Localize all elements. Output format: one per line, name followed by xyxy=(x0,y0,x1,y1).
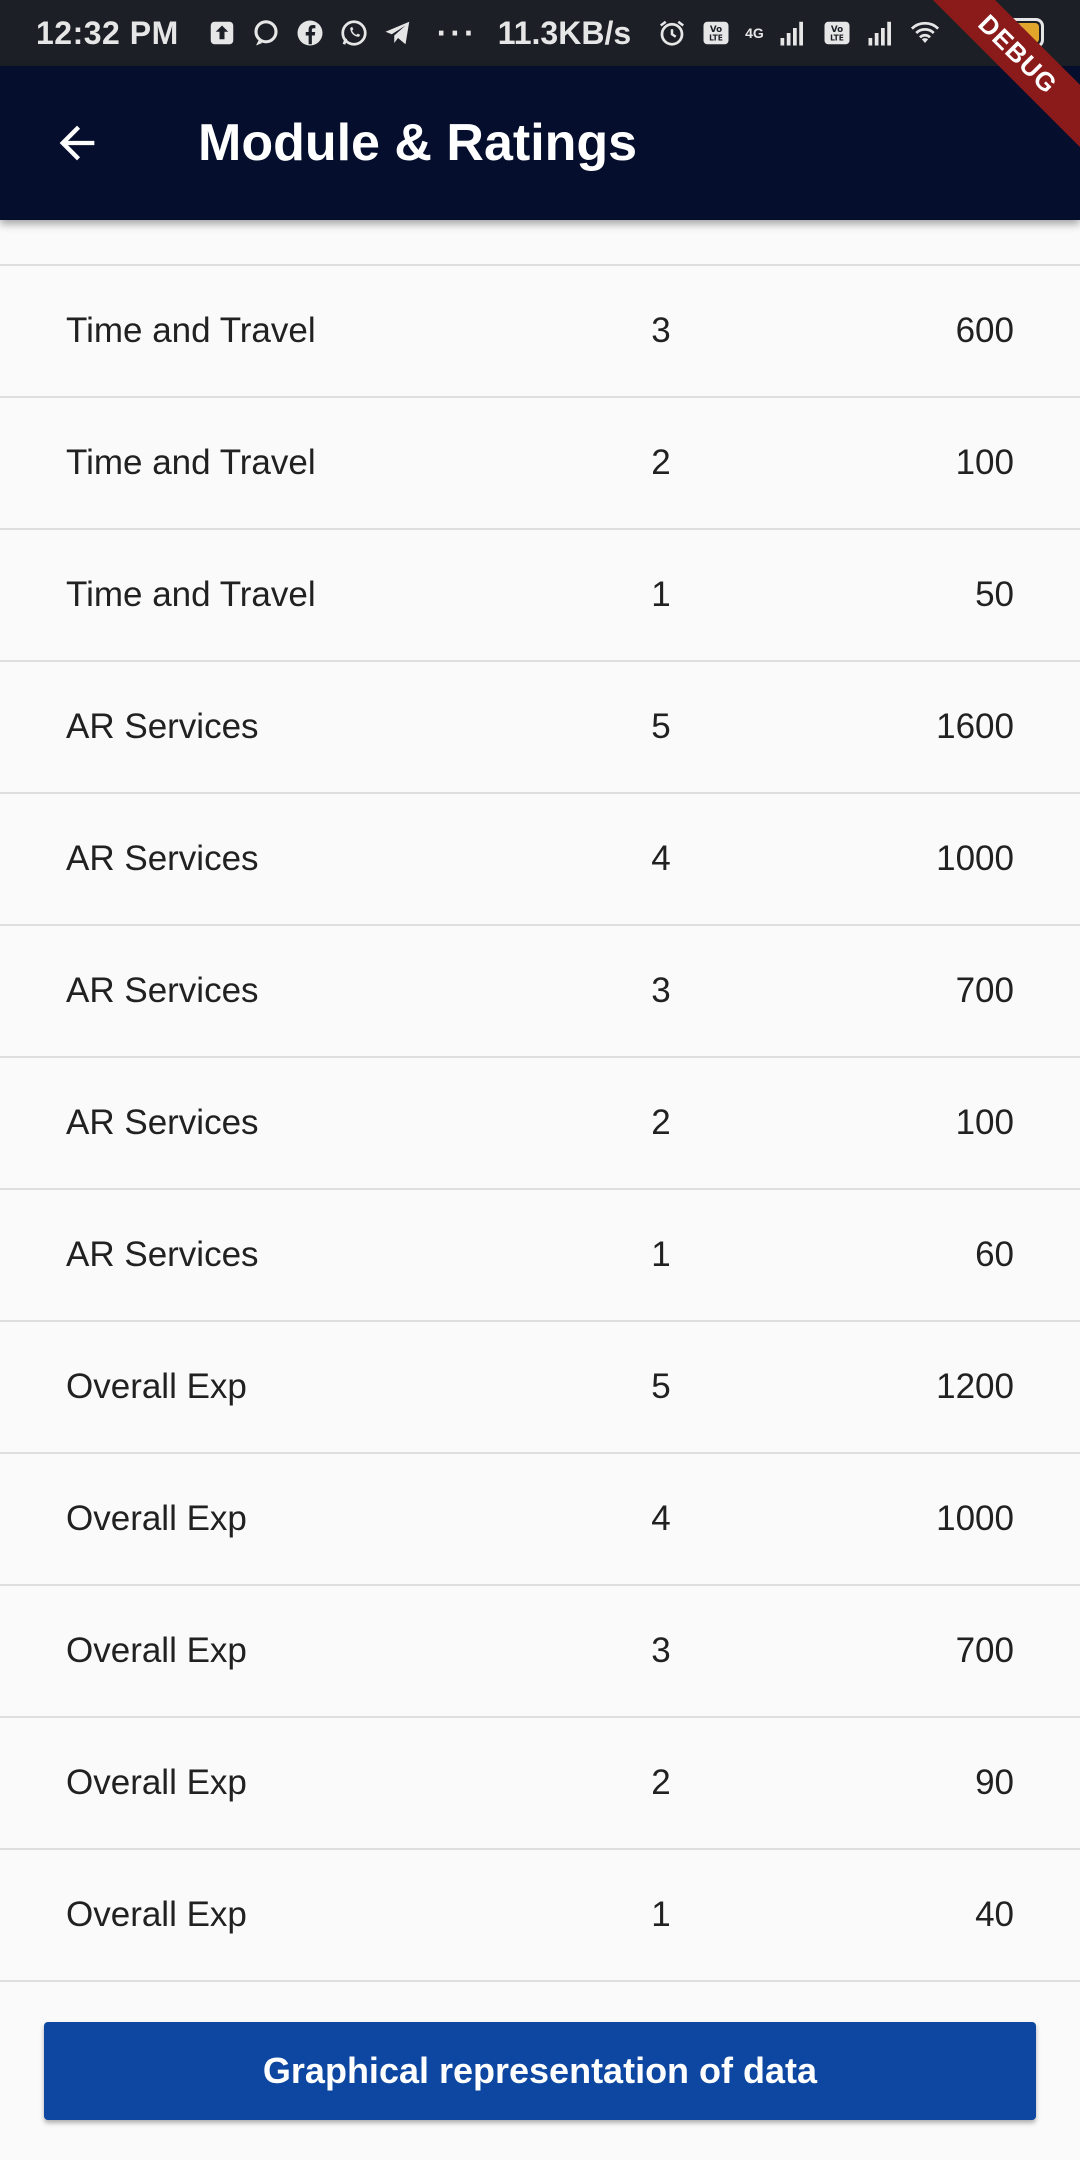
rating-cell: 2 xyxy=(651,443,671,482)
table-row: AR Services 1 60 xyxy=(0,1190,1080,1322)
table-row: Overall Exp 1 40 xyxy=(0,1850,1080,1982)
rating-cell: 2 xyxy=(651,1763,671,1802)
module-cell: AR Services xyxy=(66,1235,259,1274)
rating-cell: 4 xyxy=(651,839,671,878)
app-bar: Module & Ratings xyxy=(0,66,1080,220)
page-title: Module & Ratings xyxy=(198,114,638,172)
status-icons: ··· 11.3KB/s Vo LTE 4G Vo LTE xyxy=(207,15,940,52)
module-cell: AR Services xyxy=(66,839,259,878)
table-row: Overall Exp 3 700 xyxy=(0,1586,1080,1718)
table-row: AR Services 2 100 xyxy=(0,1058,1080,1190)
table-row-partial xyxy=(0,220,1080,266)
table-row: AR Services 4 1000 xyxy=(0,794,1080,926)
module-cell: AR Services xyxy=(66,971,259,1010)
count-cell: 40 xyxy=(975,1895,1014,1934)
table-row: Overall Exp 5 1200 xyxy=(0,1322,1080,1454)
table-row: Overall Exp 4 1000 xyxy=(0,1454,1080,1586)
module-cell: Overall Exp xyxy=(66,1367,247,1406)
count-cell: 700 xyxy=(955,1631,1014,1670)
signal-icon xyxy=(866,18,896,48)
upload-icon xyxy=(207,18,237,48)
telegram-icon xyxy=(383,18,413,48)
ratings-table: Time and Travel 3 600 Time and Travel 2 100 Ti… xyxy=(0,220,1080,1982)
count-cell: 1000 xyxy=(936,839,1014,878)
svg-text:LTE: LTE xyxy=(830,34,844,43)
status-bar: 12:32 PM ··· 11.3KB/s Vo LTE 4G Vo LTE xyxy=(0,0,1080,66)
svg-text:LTE: LTE xyxy=(709,34,723,43)
count-cell: 90 xyxy=(975,1763,1014,1802)
table-row: AR Services 3 700 xyxy=(0,926,1080,1058)
volte-icon: Vo LTE xyxy=(822,18,852,48)
network-type-label: 4G xyxy=(745,25,764,41)
table-row: AR Services 5 1600 xyxy=(0,662,1080,794)
module-cell: Time and Travel xyxy=(66,575,316,614)
status-time: 12:32 PM xyxy=(36,14,179,51)
count-cell: 700 xyxy=(955,971,1014,1010)
rating-cell: 1 xyxy=(651,1895,671,1934)
table-row: Time and Travel 3 600 xyxy=(0,266,1080,398)
module-cell: Overall Exp xyxy=(66,1631,247,1670)
module-cell: AR Services xyxy=(66,1103,259,1142)
facebook-icon xyxy=(295,18,325,48)
network-speed: 11.3KB/s xyxy=(497,14,632,51)
rating-cell: 2 xyxy=(651,1103,671,1142)
rating-cell: 3 xyxy=(651,1631,671,1670)
module-cell: Overall Exp xyxy=(66,1763,247,1802)
count-cell: 600 xyxy=(955,311,1014,350)
alarm-icon xyxy=(657,18,687,48)
more-notifications-indicator: ··· xyxy=(436,14,478,51)
count-cell: 1600 xyxy=(936,707,1014,746)
rating-cell: 4 xyxy=(651,1499,671,1538)
module-cell: Time and Travel xyxy=(66,311,316,350)
count-cell: 60 xyxy=(975,1235,1014,1274)
arrow-back-icon xyxy=(59,125,95,161)
rating-cell: 5 xyxy=(651,1367,671,1406)
table-row: Overall Exp 2 90 xyxy=(0,1718,1080,1850)
count-cell: 1200 xyxy=(936,1367,1014,1406)
table-row: Time and Travel 1 50 xyxy=(0,530,1080,662)
table-row: Time and Travel 2 100 xyxy=(0,398,1080,530)
wifi-icon xyxy=(910,18,940,48)
back-button[interactable] xyxy=(46,112,108,174)
chat-bubble-icon xyxy=(251,18,281,48)
rating-cell: 3 xyxy=(651,311,671,350)
rating-cell: 1 xyxy=(651,1235,671,1274)
count-cell: 50 xyxy=(975,575,1014,614)
volte-icon: Vo LTE xyxy=(701,18,731,48)
rating-cell: 1 xyxy=(651,575,671,614)
module-cell: Time and Travel xyxy=(66,443,316,482)
module-cell: Overall Exp xyxy=(66,1895,247,1934)
rating-cell: 3 xyxy=(651,971,671,1010)
count-cell: 100 xyxy=(955,443,1014,482)
rating-cell: 5 xyxy=(651,707,671,746)
table-body: Time and Travel 3 600 Time and Travel 2 100 Ti… xyxy=(0,266,1080,1982)
signal-icon xyxy=(778,18,808,48)
count-cell: 1000 xyxy=(936,1499,1014,1538)
count-cell: 100 xyxy=(955,1103,1014,1142)
whatsapp-icon xyxy=(339,18,369,48)
module-cell: AR Services xyxy=(66,707,259,746)
graphical-representation-button[interactable]: Graphical representation of data xyxy=(44,2022,1036,2120)
module-cell: Overall Exp xyxy=(66,1499,247,1538)
